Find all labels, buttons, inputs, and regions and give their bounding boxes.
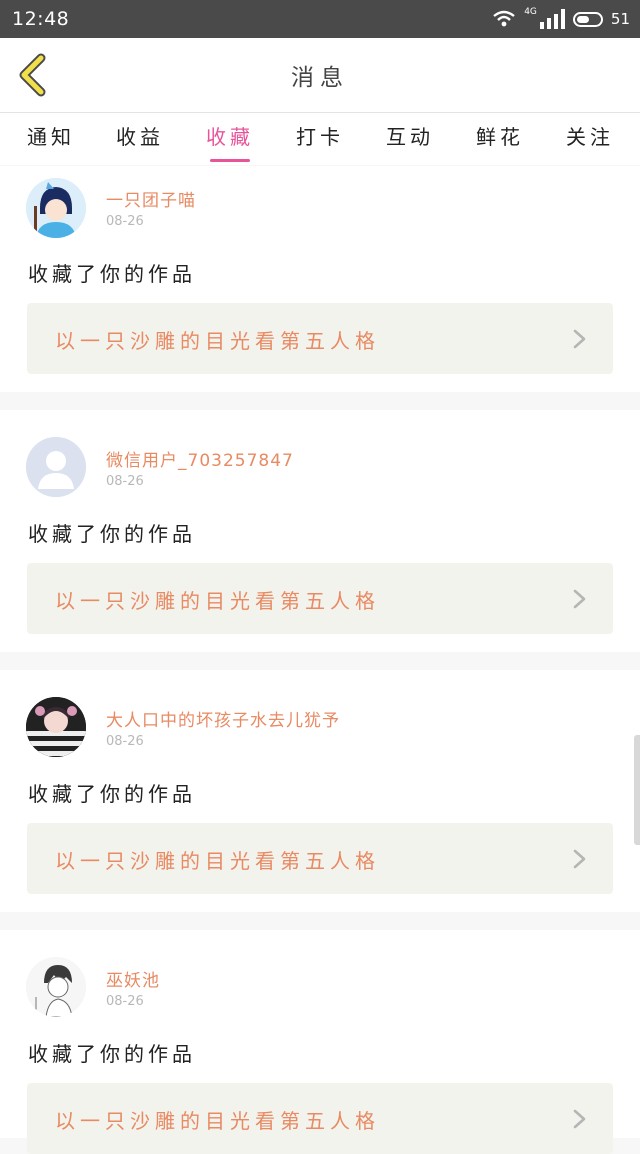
tab-bar: 通知 收益 收藏 打卡 互动 鲜花 关注 (0, 113, 640, 165)
user-name[interactable]: 微信用户_703257847 (106, 446, 294, 471)
message-text: 收藏了你的作品 (28, 262, 196, 286)
tab-interact[interactable]: 互动 (375, 121, 445, 165)
message-date: 08-26 (106, 474, 144, 489)
battery-icon (572, 11, 603, 27)
tab-checkin[interactable]: 打卡 (285, 121, 355, 165)
tab-follow[interactable]: 关注 (555, 121, 625, 165)
message-card: 一只团子喵 08-26 收藏了你的作品 以一只沙雕的目光看第五人格 (0, 166, 640, 392)
chevron-right-icon (573, 329, 586, 349)
tab-earnings[interactable]: 收益 (105, 121, 175, 165)
user-name[interactable]: 巫妖池 (106, 966, 160, 991)
active-tab-indicator (210, 159, 250, 162)
scroll-handle[interactable] (634, 735, 640, 845)
tab-label: 收藏 (206, 125, 254, 149)
status-bar: 12:48 4G 51 (0, 0, 640, 38)
status-time: 12:48 (12, 8, 70, 30)
work-title: 以一只沙雕的目光看第五人格 (55, 329, 380, 353)
anime-boy-avatar[interactable] (26, 178, 86, 238)
chevron-right-icon (573, 589, 586, 609)
striped-anime-avatar[interactable] (26, 697, 86, 757)
message-text: 收藏了你的作品 (28, 782, 196, 806)
user-name[interactable]: 一只团子喵 (106, 186, 196, 211)
work-link[interactable]: 以一只沙雕的目光看第五人格 (27, 303, 613, 374)
work-link[interactable]: 以一只沙雕的目光看第五人格 (27, 823, 613, 894)
user-name[interactable]: 大人口中的坏孩子水去儿犹予 (106, 706, 340, 731)
page-title: 消息 (291, 65, 349, 91)
message-card: 大人口中的坏孩子水去儿犹予 08-26 收藏了你的作品 以一只沙雕的目光看第五人… (0, 670, 640, 912)
tab-label: 通知 (27, 125, 75, 149)
tab-label: 鲜花 (476, 125, 524, 149)
message-date: 08-26 (106, 994, 144, 1009)
chevron-right-icon (573, 849, 586, 869)
message-date: 08-26 (106, 214, 144, 229)
tab-label: 关注 (566, 125, 614, 149)
wifi-icon (493, 10, 515, 27)
tab-flowers[interactable]: 鲜花 (465, 121, 535, 165)
nav-header: 消息 (0, 38, 640, 113)
status-icons: 4G 51 (492, 6, 630, 32)
network-type: 4G (524, 7, 537, 17)
chevron-right-icon (573, 1109, 586, 1129)
message-card: 微信用户_703257847 08-26 收藏了你的作品 以一只沙雕的目光看第五… (0, 410, 640, 652)
work-link[interactable]: 以一只沙雕的目光看第五人格 (27, 563, 613, 634)
tab-label: 打卡 (296, 125, 344, 149)
tab-label: 互动 (386, 125, 434, 149)
message-text: 收藏了你的作品 (28, 1042, 196, 1066)
default-user-avatar[interactable] (26, 437, 86, 497)
message-date: 08-26 (106, 734, 144, 749)
tab-notify[interactable]: 通知 (16, 121, 86, 165)
work-link[interactable]: 以一只沙雕的目光看第五人格 (27, 1083, 613, 1154)
message-card: 巫妖池 08-26 收藏了你的作品 以一只沙雕的目光看第五人格 (0, 930, 640, 1154)
sketch-boy-avatar[interactable] (26, 957, 86, 1017)
tab-favorites[interactable]: 收藏 (195, 121, 265, 165)
work-title: 以一只沙雕的目光看第五人格 (55, 1109, 380, 1133)
signal-icon (539, 9, 565, 29)
work-title: 以一只沙雕的目光看第五人格 (55, 849, 380, 873)
message-text: 收藏了你的作品 (28, 522, 196, 546)
battery-level: 51 (610, 10, 630, 28)
tab-label: 收益 (116, 125, 164, 149)
work-title: 以一只沙雕的目光看第五人格 (55, 589, 380, 613)
